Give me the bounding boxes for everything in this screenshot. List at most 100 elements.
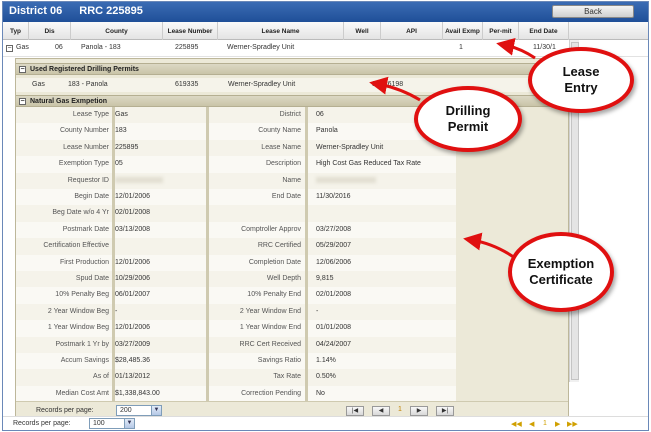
col-county[interactable]: County [71,22,163,40]
lease-county: Panola - 183 [81,44,121,51]
detail-row: Certification Effective RRC Certified 05/2… [16,238,456,256]
detail-label: Tax Rate [273,373,301,381]
detail-row: 1 Year Window Beg 12/01/2006 1 Year Window… [16,320,456,338]
detail-row: County Number 183 County Name Panola [16,123,456,141]
detail-label: Lease Number [63,143,109,151]
records-per-page-select[interactable]: 100 ▼ [89,418,135,429]
detail-label: Postmark 1 Yr by [55,340,109,348]
column-divider [112,107,115,401]
detail-value: 05 [115,160,123,168]
detail-value: Gas [115,111,128,118]
detail-label: Accum Savings [60,357,109,364]
detail-value: $1,338,843.00 [115,389,160,397]
col-api[interactable]: API [381,22,443,40]
prev-page-icon[interactable]: ◀ [529,420,534,428]
page: District 06 RRC 225895 Back Typ Dis Coun… [0,0,651,432]
detail-label: Postmark Date [62,225,109,233]
detail-label: Certification Effective [43,242,109,250]
detail-row: Lease Number 225895 Lease Name Werner-Sprad… [16,139,456,157]
detail-label: 2 Year Window End [239,307,301,315]
detail-row: First Production 12/01/2006 Completion Dat… [16,254,456,272]
detail-row: Lease Type Gas District 06 [16,107,456,125]
detail-label: Spud Date [75,275,109,282]
first-page-button[interactable]: |◀ [346,406,364,416]
collapse-icon[interactable]: − [6,45,13,52]
column-divider [305,107,308,401]
detail-value: 03/27/2009 [115,340,151,348]
permit-api: 36536198 [372,81,404,88]
outer-pager: Records per page: 100 ▼ ◀◀ ◀ 1 ▶ ▶▶ [3,416,648,430]
detail-value: 10/29/2006 [115,275,151,282]
detail-value [115,176,205,184]
back-button[interactable]: Back [552,5,634,18]
detail-label: Name [282,176,301,184]
permits-header-label: Used Registered Drilling Permits [30,66,139,73]
col-lease-number[interactable]: Lease Number [163,22,218,40]
col-permit[interactable]: Per-mit [483,22,519,40]
detail-label: 1 Year Window Beg [47,324,109,332]
detail-row: Spud Date 10/29/2006 Well Depth 9,815 [16,271,456,289]
lease-name: Werner-Spradley Unit [227,44,295,51]
detail-row: Requestor ID Name [16,172,456,190]
chevron-down-icon[interactable]: ▼ [124,419,134,428]
detail-label: RRC Certified [257,242,301,250]
detail-value: 1.14% [316,357,336,364]
chevron-down-icon[interactable]: ▼ [151,406,161,415]
detail-label: Requestor ID [67,176,109,184]
detail-label: First Production [59,258,109,266]
lease-avail: 1 [459,44,463,51]
detail-row: Exemption Type 05 Description High Cost Gas… [16,156,456,174]
detail-label: District [279,111,301,118]
detail-row: Accum Savings $28,485.36 Savings Ratio 1.14… [16,353,456,371]
detail-value [316,176,456,184]
next-page-button[interactable]: ▶ [410,406,428,416]
col-avail-exmp[interactable]: Avail Exmp [443,22,483,40]
records-per-page-select[interactable]: 200 ▼ [116,405,162,416]
collapse-icon[interactable]: − [19,98,26,105]
col-end-date[interactable]: End Date [519,22,569,40]
detail-label: 2 Year Window Beg [47,307,109,315]
detail-label: Lease Name [261,143,301,151]
detail-value: 11/30/2016 [316,193,351,200]
detail-value: 05/29/2007 [316,242,352,250]
detail-label: 10% Penalty Beg [55,291,109,299]
detail-value: 01/13/2012 [115,373,151,381]
lease-dis: 06 [55,44,63,51]
prev-page-button[interactable]: ◀ [372,406,390,416]
detail-row: As of 01/13/2012 Tax Rate 0.50% [16,369,456,387]
detail-label: Well Depth [266,275,301,282]
col-well[interactable]: Well [344,22,381,40]
col-typ[interactable]: Typ [3,22,29,40]
detail-row: Begin Date 12/01/2006 End Date 11/30/2016 [16,189,456,207]
permit-typ: Gas [32,81,45,88]
detail-label: 10% Penalty End [247,291,301,299]
first-page-icon[interactable]: ◀◀ [511,420,522,428]
permit-name: Werner-Spradley Unit [228,81,296,88]
permits-section-header[interactable]: − Used Registered Drilling Permits [16,63,568,75]
detail-value: 06/01/2007 [115,291,151,299]
detail-value: 01/01/2008 [316,324,352,332]
detail-row: 2 Year Window Beg -2 Year Window End - [16,303,456,321]
collapse-icon[interactable]: − [19,66,26,73]
last-page-button[interactable]: ▶| [436,406,454,416]
lease-typ: Gas [16,44,29,51]
detail-value: 03/27/2008 [316,225,352,233]
exemption-certificate-callout: Exemption Certificate [508,232,614,312]
detail-label: Comptroller Approv [241,225,301,233]
col-dis[interactable]: Dis [29,22,71,40]
detail-label: Savings Ratio [257,357,301,364]
detail-value: 12/01/2006 [115,324,151,332]
detail-value: 03/13/2008 [115,225,151,233]
col-lease-name[interactable]: Lease Name [218,22,344,40]
detail-label: County Name [258,127,301,135]
next-page-icon[interactable]: ▶ [555,420,560,428]
lease-number: 225895 [175,44,199,51]
rrc-title: RRC 225895 [79,5,143,17]
exemption-header-label: Natural Gas Exmpetion [30,98,108,105]
records-per-page-label: Records per page: [13,420,71,427]
detail-value: High Cost Gas Reduced Tax Rate [316,160,421,168]
last-page-icon[interactable]: ▶▶ [567,420,578,428]
lease-end-date: 11/30/1 [533,44,556,51]
detail-value: 225895 [115,143,139,151]
lease-entry-callout: Lease Entry [528,47,634,113]
